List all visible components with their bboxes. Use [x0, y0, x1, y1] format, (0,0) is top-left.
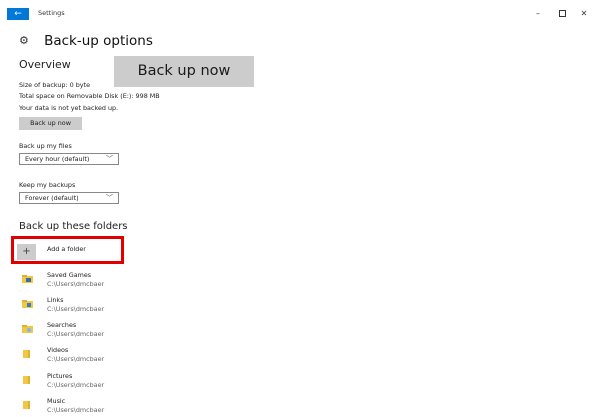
gear-icon: ⚙ — [19, 34, 29, 47]
backup-status-text: Your data is not yet backed up. — [19, 104, 119, 112]
links-folder-icon — [22, 300, 33, 308]
total-space-text: Total space on Removable Disk (E:): 998 … — [19, 92, 160, 100]
retention-selected: Forever (default) — [25, 194, 79, 202]
minimize-button[interactable]: – — [532, 9, 544, 19]
back-button[interactable]: ← — [7, 8, 29, 20]
retention-dropdown[interactable]: Forever (default) ﹀ — [19, 192, 119, 204]
pictures-folder-icon — [23, 376, 30, 384]
videos-folder-icon — [23, 350, 30, 358]
folder-name: Music — [47, 397, 66, 405]
page-title: Back-up options — [44, 32, 153, 49]
overview-heading: Overview — [19, 58, 71, 71]
back-up-now-button[interactable]: Back up now — [19, 117, 82, 130]
minimize-icon: – — [536, 9, 540, 18]
folder-path: C:\Users\dmcbaer — [47, 355, 105, 363]
retention-label: Keep my backups — [19, 181, 76, 189]
settings-window: ← Settings – ✕ ⚙ Back-up options Overvie… — [0, 0, 595, 417]
folder-path: C:\Users\dmcbaer — [47, 381, 105, 389]
add-folder-button[interactable]: + — [17, 244, 36, 260]
folder-path: C:\Users\dmcbaer — [47, 280, 105, 288]
folder-name: Searches — [47, 321, 77, 329]
plus-icon: + — [22, 246, 31, 257]
back-arrow-icon: ← — [14, 9, 22, 19]
folder-name: Pictures — [47, 372, 73, 380]
close-icon: ✕ — [580, 9, 588, 18]
page-header: ⚙ Back-up options — [19, 30, 153, 49]
folder-name: Videos — [47, 346, 69, 354]
close-button[interactable]: ✕ — [578, 9, 590, 19]
folder-path: C:\Users\dmcbaer — [47, 305, 105, 313]
maximize-button[interactable] — [556, 9, 568, 19]
folder-path: C:\Users\dmcbaer — [47, 330, 105, 338]
title-bar: ← Settings – ✕ — [0, 0, 595, 26]
maximize-icon — [558, 10, 566, 17]
add-folder-label[interactable]: Add a folder — [47, 245, 86, 253]
searches-folder-icon — [22, 325, 33, 333]
chevron-down-icon: ﹀ — [106, 194, 113, 202]
folder-path: C:\Users\dmcbaer — [47, 406, 105, 414]
folders-heading: Back up these folders — [19, 221, 128, 232]
frequency-label: Back up my files — [19, 142, 72, 150]
frequency-dropdown[interactable]: Every hour (default) ﹀ — [19, 153, 119, 165]
app-title: Settings — [38, 9, 65, 17]
back-up-now-zoom-button[interactable]: Back up now — [114, 56, 254, 87]
saved-games-folder-icon — [22, 275, 33, 283]
folder-name: Links — [47, 296, 64, 304]
music-folder-icon — [23, 401, 30, 409]
chevron-down-icon: ﹀ — [106, 155, 113, 163]
backup-size-text: Size of backup: 0 byte — [19, 81, 90, 89]
frequency-selected: Every hour (default) — [25, 155, 90, 163]
folder-name: Saved Games — [47, 271, 92, 279]
